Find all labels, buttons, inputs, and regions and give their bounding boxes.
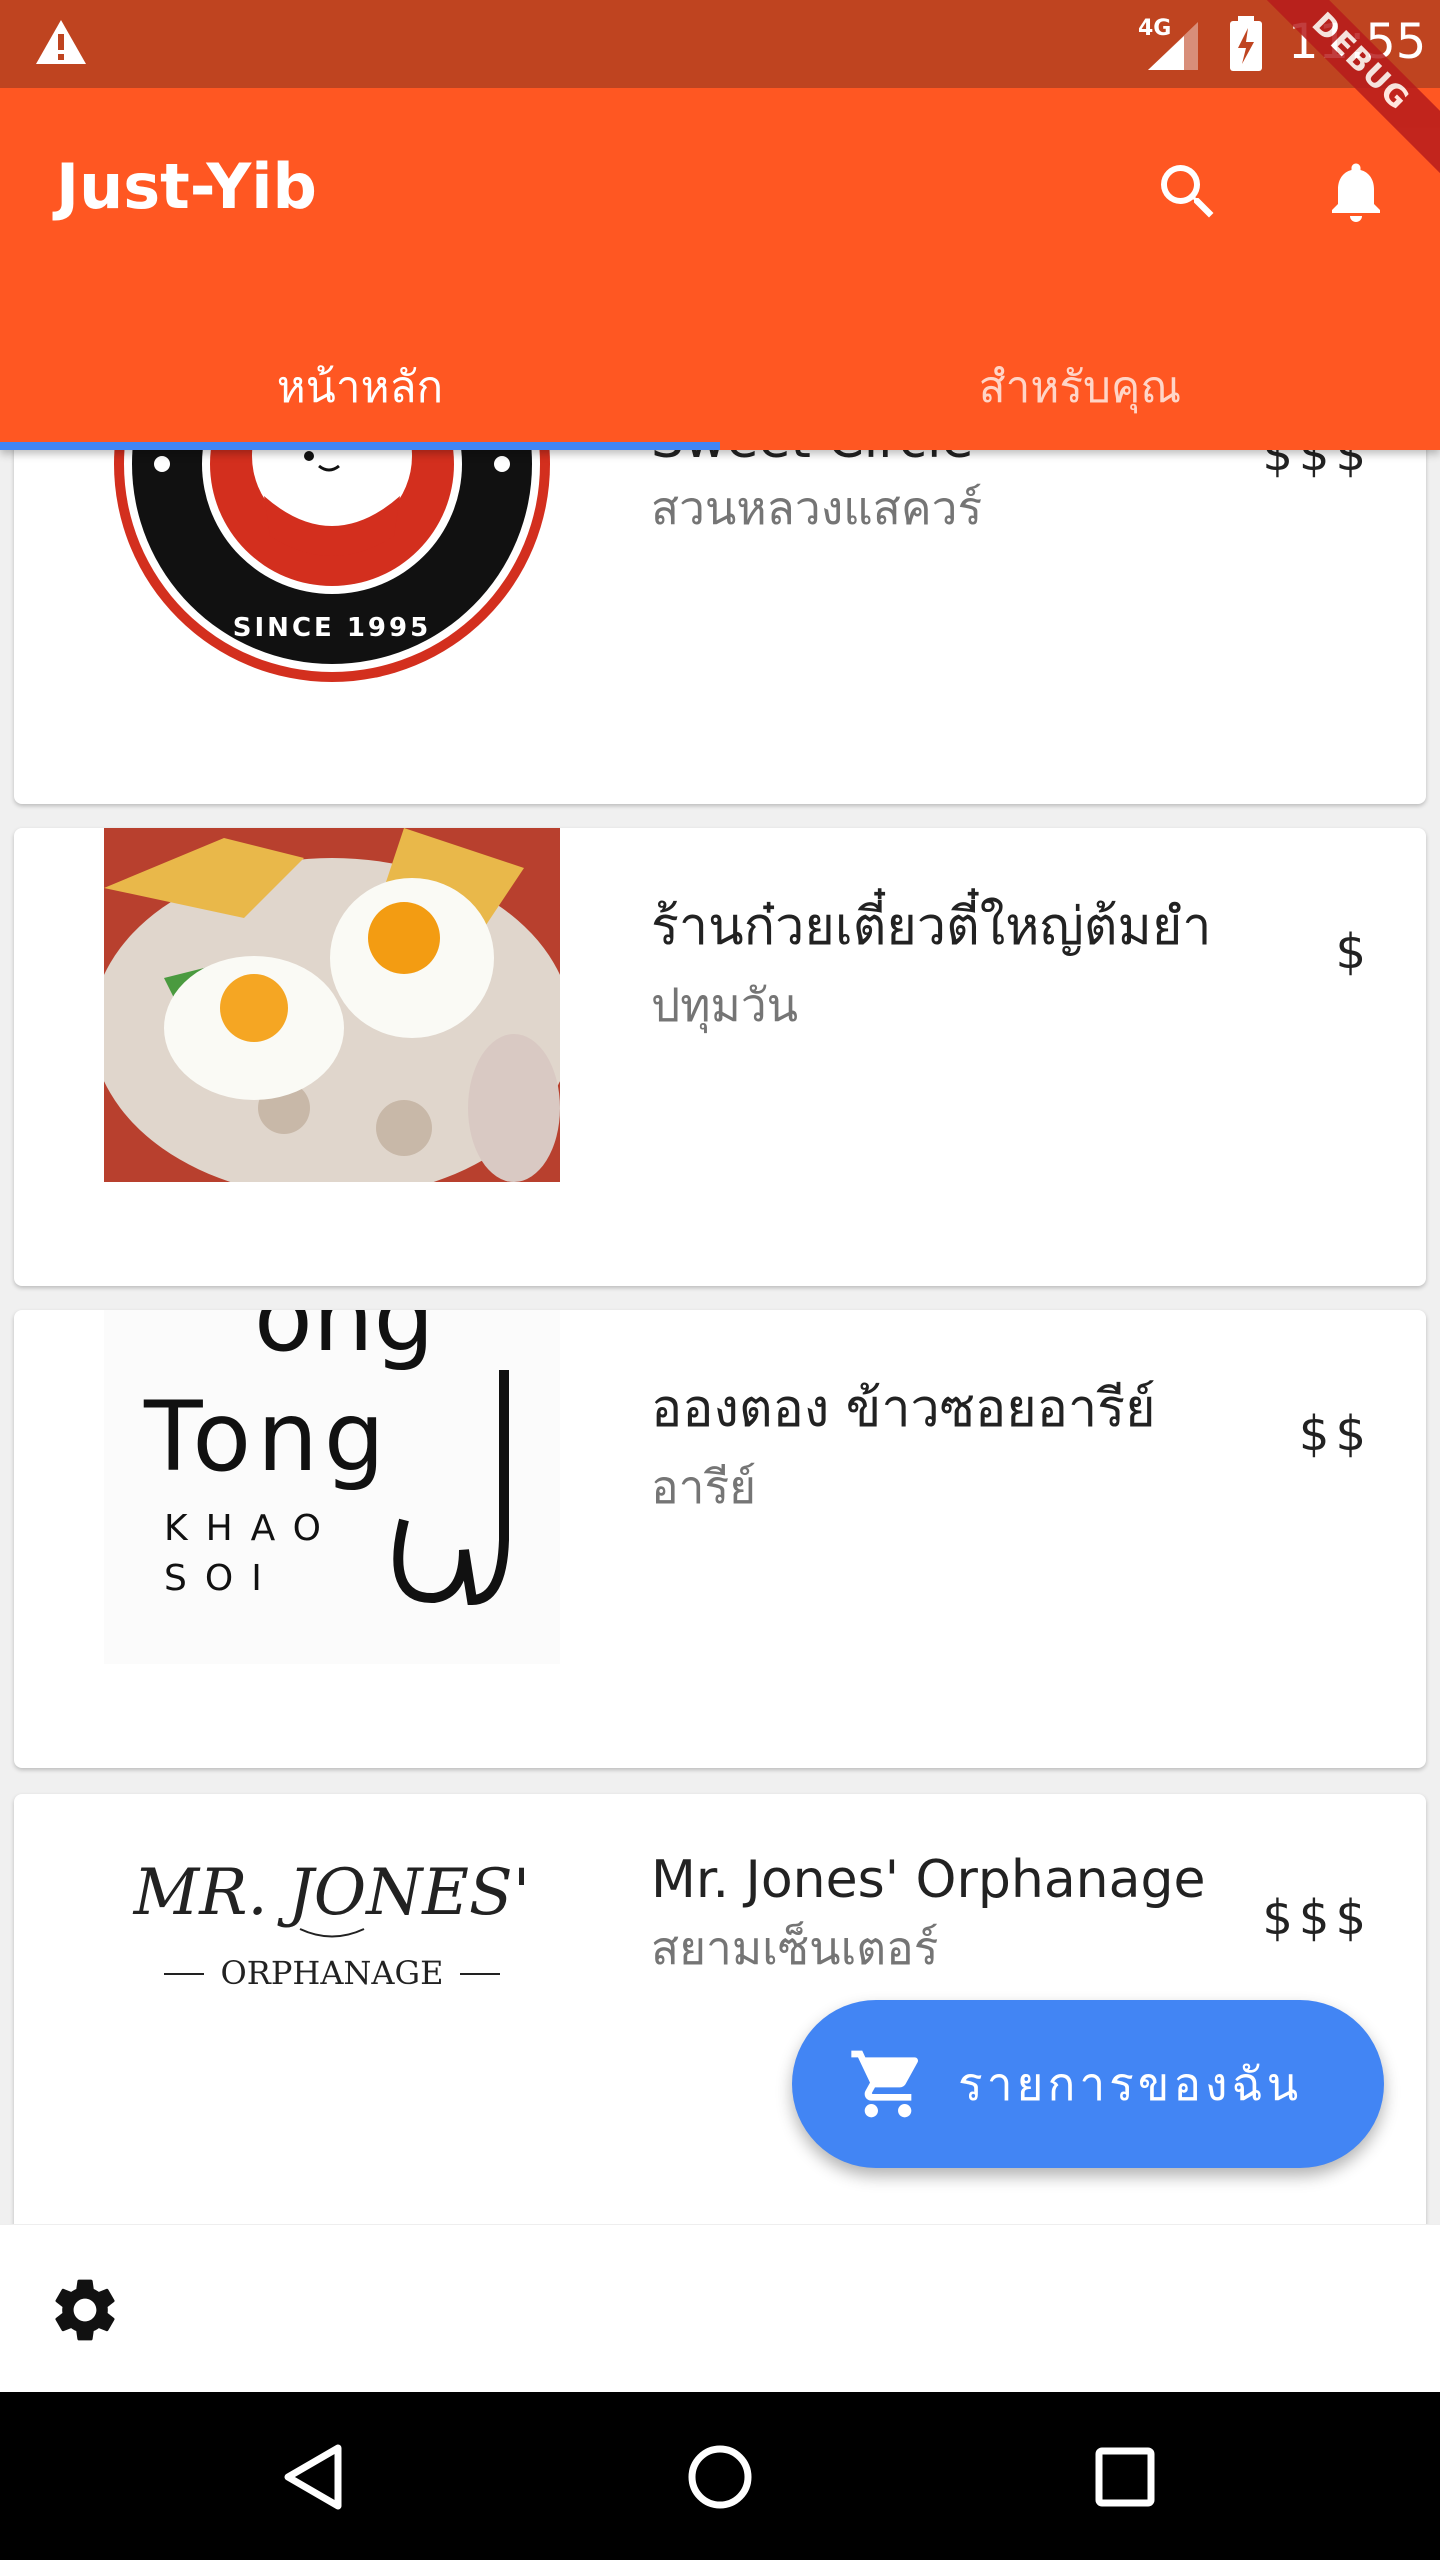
recents-button[interactable] bbox=[1080, 2432, 1170, 2522]
tab-bar: หน้าหลัก สำหรับคุณ bbox=[0, 324, 1440, 450]
tab-indicator bbox=[0, 442, 720, 450]
back-triangle-icon bbox=[284, 2444, 342, 2510]
notifications-button[interactable] bbox=[1308, 144, 1404, 240]
back-button[interactable] bbox=[270, 2432, 360, 2522]
bell-icon bbox=[1332, 163, 1380, 222]
restaurant-card[interactable]: ร้านก๋วยเตี๋ยวตี๋ใหญ่ต้มยำ ปทุมวัน $ bbox=[14, 828, 1426, 1286]
tab-for-you[interactable]: สำหรับคุณ bbox=[720, 324, 1440, 450]
price-level: $ bbox=[1335, 924, 1372, 980]
status-bar: 4G 11:55 bbox=[0, 0, 1440, 88]
restaurant-area: อารีย์ bbox=[651, 1460, 757, 1514]
battery-charging-icon bbox=[1230, 16, 1262, 71]
restaurant-logo: SINCE 1995 bbox=[104, 450, 560, 700]
settings-icon bbox=[55, 2279, 115, 2341]
warning-icon bbox=[36, 20, 86, 64]
my-orders-button[interactable]: รายการของฉัน bbox=[792, 2000, 1384, 2168]
search-icon bbox=[1161, 165, 1214, 218]
price-level: $$$ bbox=[1262, 1890, 1372, 1946]
tab-home[interactable]: หน้าหลัก bbox=[0, 324, 720, 450]
logo-text: ong bbox=[254, 1310, 435, 1373]
signal-icon bbox=[1148, 22, 1198, 70]
restaurant-name: ร้านก๋วยเตี๋ยวตี๋ใหญ่ต้มยำ bbox=[651, 897, 1212, 957]
fab-label: รายการของฉัน bbox=[958, 2056, 1303, 2111]
screen: 4G 11:55 DEBUG Just-Yib หน้าหลัก สำหรับค… bbox=[0, 0, 1440, 2560]
restaurant-area: สยามเซ็นเตอร์ bbox=[651, 1921, 939, 1975]
restaurant-list[interactable]: SINCE 1995 Sweet Circle สวนหลวงแสควร์ $$… bbox=[0, 450, 1440, 2224]
restaurant-name: อองตอง ข้าวซอยอารีย์ bbox=[651, 1379, 1156, 1439]
restaurant-logo: MR. JONES' ORPHANAGE bbox=[104, 1794, 560, 2148]
price-level: $$ bbox=[1298, 1406, 1372, 1462]
restaurant-name: Mr. Jones' Orphanage bbox=[651, 1850, 1206, 1910]
price-level: $$$ bbox=[1262, 450, 1372, 482]
system-nav-bar bbox=[0, 2392, 1440, 2560]
logo-text: ORPHANAGE bbox=[221, 1954, 444, 1992]
settings-button[interactable] bbox=[40, 2265, 130, 2355]
logo-text: KHAO bbox=[164, 1508, 339, 1549]
restaurant-card[interactable]: SINCE 1995 Sweet Circle สวนหลวงแสควร์ $$… bbox=[14, 450, 1426, 804]
app-title: Just-Yib bbox=[56, 150, 317, 223]
restaurant-photo bbox=[104, 828, 560, 1182]
logo-text: SINCE 1995 bbox=[233, 613, 431, 643]
search-button[interactable] bbox=[1140, 144, 1236, 240]
restaurant-area: สวนหลวงแสควร์ bbox=[651, 481, 983, 535]
app-bar: Just-Yib หน้าหลัก สำหรับคุณ bbox=[0, 88, 1440, 450]
restaurant-logo: ong Tong KHAO SOI bbox=[104, 1310, 560, 1664]
cart-icon bbox=[851, 2050, 919, 2118]
logo-text: SOI bbox=[164, 1558, 280, 1599]
logo-text: Tong bbox=[143, 1381, 391, 1493]
logo-text: MR. JONES' bbox=[133, 1856, 531, 1930]
restaurant-card[interactable]: ong Tong KHAO SOI อองตอง ข้าวซอยอารีย์ อ… bbox=[14, 1310, 1426, 1768]
home-button[interactable] bbox=[675, 2432, 765, 2522]
bottom-bar bbox=[0, 2224, 1440, 2392]
restaurant-name: Sweet Circle bbox=[651, 450, 982, 470]
home-circle-icon bbox=[688, 2445, 752, 2509]
recents-square-icon bbox=[1095, 2447, 1155, 2507]
restaurant-area: ปทุมวัน bbox=[651, 978, 799, 1032]
